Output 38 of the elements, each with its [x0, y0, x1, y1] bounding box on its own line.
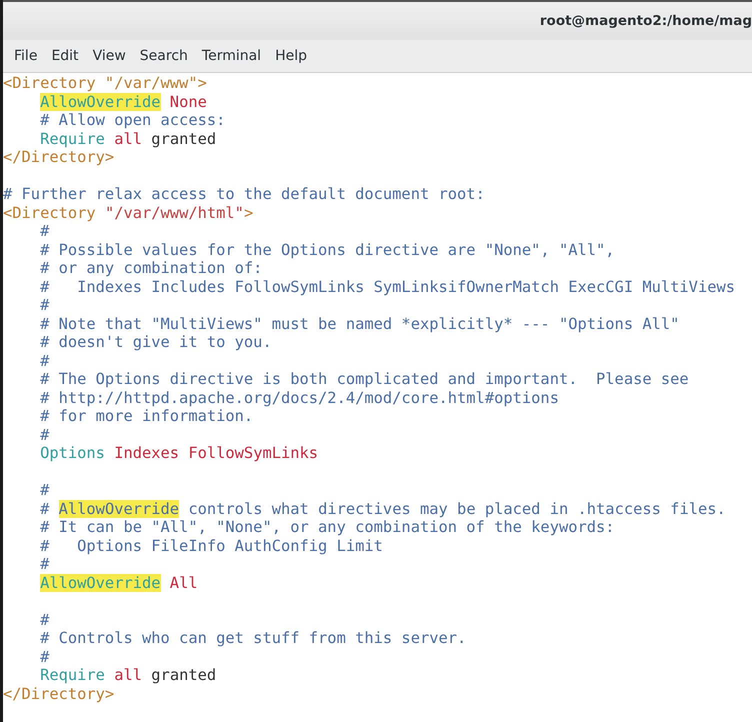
code-line: #: [40, 426, 50, 444]
code-line: # for more information.: [40, 407, 254, 425]
code-line: #: [40, 648, 50, 666]
code-line: # Possible values for the Options directive are "None", "All",: [40, 240, 615, 258]
code-line: # doesn't give it to you.: [40, 333, 272, 351]
code-line: # AllowOverride controls what directives may be placed in .htaccess files.: [40, 500, 726, 518]
code-line: # The Options directive is both complicated and important. Please see: [40, 370, 689, 388]
menu-item[interactable]: View: [86, 44, 133, 68]
code-line: # Options FileInfo AuthConfig Limit: [40, 536, 383, 554]
code-line: # It can be "All", "None", or any combination of the keywords:: [40, 518, 615, 536]
code-line: #: [40, 555, 50, 573]
code-line: # Indexes Includes FollowSymLinks SymLinksifOwnerMatch ExecCGI MultiViews: [40, 278, 736, 296]
menu-item[interactable]: Terminal: [194, 44, 268, 68]
code-line: # Controls who can get stuff from this server.: [40, 629, 466, 647]
code-line: # http://httpd.apache.org/docs/2.4/mod/core.html#options: [40, 388, 559, 406]
code-line: #: [40, 481, 50, 499]
code-line: Require all granted: [40, 666, 216, 684]
code-line: <Directory "/var/www/html">: [3, 204, 254, 222]
code-line: #: [40, 222, 50, 240]
code-line: #: [40, 296, 50, 314]
code-line: #: [40, 352, 50, 370]
code-line: <Directory "/var/www">: [3, 74, 207, 92]
code-line: # Note that "MultiViews" must be named *explicitly* --- "Options All": [40, 314, 680, 332]
code-line: #: [40, 610, 50, 628]
code-line: AllowOverride None: [40, 92, 207, 110]
code-line: Options Indexes FollowSymLinks: [40, 444, 318, 462]
code-line: AllowOverride All: [40, 574, 198, 592]
code-line: Require all granted: [40, 130, 216, 148]
code-line: # Further relax access to the default document root:: [3, 185, 485, 203]
code-line: # Allow open access:: [40, 111, 226, 129]
code-line: # or any combination of:: [40, 259, 262, 277]
code-line: </Directory>: [3, 684, 114, 702]
code-line: </Directory>: [3, 148, 114, 166]
window-title: root@magento2:/home/mag: [540, 13, 752, 29]
menu-item[interactable]: File: [7, 44, 44, 68]
menu-item[interactable]: Help: [268, 44, 314, 68]
menu-item[interactable]: Search: [132, 44, 195, 68]
menu-item[interactable]: Edit: [44, 44, 86, 68]
